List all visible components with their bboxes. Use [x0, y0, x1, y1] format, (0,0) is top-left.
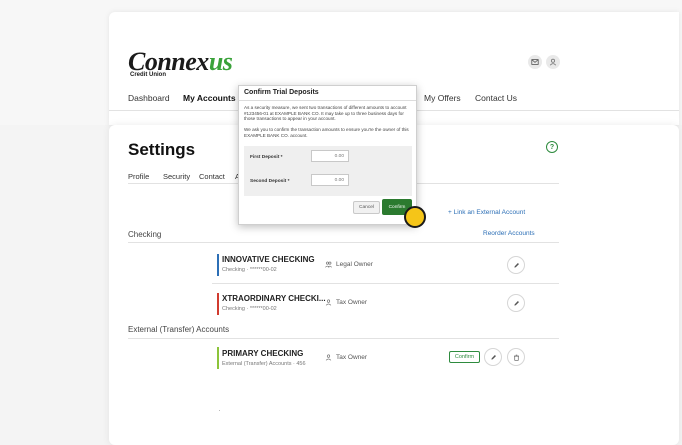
delete-button[interactable] [507, 348, 525, 366]
account-subtitle: External (Transfer) Accounts · 456 [222, 361, 306, 367]
mail-icon[interactable] [528, 55, 542, 69]
edit-button[interactable] [507, 294, 525, 312]
decorative-dot [219, 410, 220, 411]
nav-contact-us[interactable]: Contact Us [475, 93, 517, 103]
tab-profile[interactable]: Profile [128, 172, 149, 181]
account-name[interactable]: XTRAORDINARY CHECKI... [222, 294, 326, 303]
account-color-bar [217, 293, 219, 315]
trash-icon [513, 354, 519, 361]
page-title: Settings [128, 140, 196, 159]
brand-logo[interactable]: Connexus Credit Union [128, 47, 238, 78]
edit-button[interactable] [484, 348, 502, 366]
account-subtitle: Checking · ******00-02 [222, 267, 277, 273]
account-name[interactable]: INNOVATIVE CHECKING [222, 255, 315, 264]
dialog-instruction: We ask you to confirm the transaction am… [244, 127, 409, 138]
link-external-account-link[interactable]: + Link an External Account [448, 209, 525, 216]
cursor-indicator [404, 206, 426, 228]
account-subtitle: Checking · ******00-02 [222, 306, 277, 312]
owner-text: Tax Owner [336, 299, 368, 306]
second-deposit-input[interactable]: 0.00 [311, 174, 349, 186]
nav-dashboard[interactable]: Dashboard [128, 93, 170, 103]
dialog-divider [239, 100, 416, 101]
confirm-trial-deposits-dialog: Confirm Trial Deposits As a security mea… [238, 85, 417, 225]
first-deposit-label: First Deposit * [250, 155, 283, 160]
section-label-external: External (Transfer) Accounts [128, 325, 230, 334]
deposit-form: First Deposit * 0.00 Second Deposit * 0.… [244, 146, 412, 196]
person-icon [325, 299, 332, 306]
account-name[interactable]: PRIMARY CHECKING [222, 349, 303, 358]
confirm-deposits-button[interactable]: Confirm [449, 351, 480, 363]
pencil-icon [490, 354, 496, 360]
person-icon [325, 354, 332, 361]
owner-label: Tax Owner [325, 354, 367, 361]
nav-my-accounts[interactable]: My Accounts [183, 93, 236, 103]
owner-text: Legal Owner [336, 261, 373, 268]
dialog-message: As a security measure, we sent two trans… [244, 105, 407, 122]
owner-text: Tax Owner [336, 354, 368, 361]
account-color-bar [217, 254, 219, 276]
section-label-checking: Checking [128, 230, 162, 239]
nav-my-offers[interactable]: My Offers [424, 93, 461, 103]
row-divider [212, 283, 559, 284]
group-icon [325, 261, 332, 268]
owner-label: Tax Owner [325, 299, 367, 306]
first-deposit-input[interactable]: 0.00 [311, 150, 349, 162]
account-color-bar [217, 347, 219, 369]
dialog-title: Confirm Trial Deposits [244, 89, 319, 96]
section-divider [128, 338, 559, 339]
reorder-accounts-link[interactable]: Reorder Accounts [483, 230, 535, 237]
tab-contact[interactable]: Contact [199, 172, 225, 181]
cancel-button[interactable]: Cancel [353, 201, 380, 214]
pencil-icon [513, 262, 519, 268]
section-divider [128, 242, 559, 243]
edit-button[interactable] [507, 256, 525, 274]
user-icon[interactable] [546, 55, 560, 69]
second-deposit-label: Second Deposit * [250, 179, 290, 184]
tab-security[interactable]: Security [163, 172, 190, 181]
brand-accent: us [208, 47, 233, 76]
pencil-icon [513, 300, 519, 306]
brand-subtitle: Credit Union [130, 72, 166, 78]
owner-label: Legal Owner [325, 261, 373, 268]
help-icon[interactable]: ? [546, 141, 558, 153]
